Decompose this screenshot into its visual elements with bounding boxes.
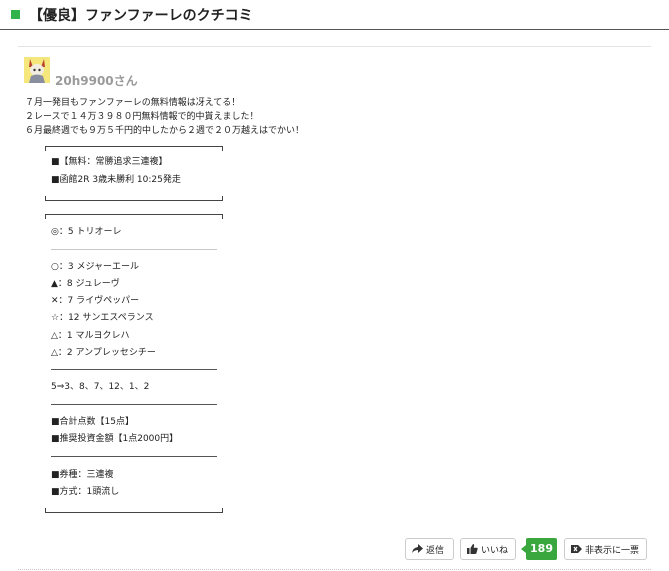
post-intro: ７月一発目もファンファーレの無料情報は冴えてる！ ２レースで１４万３９８０円無料…: [25, 96, 304, 138]
like-label: いいね: [481, 545, 509, 556]
section-header: 【優良】ファンファーレのクチコミ: [0, 0, 669, 30]
header-square-icon: [11, 10, 20, 19]
hide-vote-label: 非表示に一票: [585, 545, 640, 556]
pick-item: ▲：8 ジュレーヴ: [51, 279, 120, 289]
divider: [51, 249, 217, 250]
thumbs-up-icon: [467, 544, 478, 554]
username[interactable]: 20h9900さん: [55, 72, 138, 89]
pick-item: ✕：7 ライヴペッパー: [51, 296, 140, 306]
race-plan-label: ■【無料：常勝追求三連複】: [51, 157, 168, 167]
box-bottom-border: [45, 508, 223, 513]
pick-item: ○：3 メジャーエール: [51, 262, 139, 272]
race-name: ■函館2R 3歳未勝利 10:25発走: [51, 175, 181, 185]
avatar-illustration-icon: [24, 57, 50, 83]
reply-arrow-icon: [412, 544, 423, 553]
intro-line: ２レースで１４万３９８０円無料情報で的中貰えました！: [25, 112, 259, 122]
pick-item: ☆：12 サンエスペランス: [51, 313, 154, 323]
intro-line: ７月一発目もファンファーレの無料情報は冴えてる！: [25, 98, 241, 108]
pick-item: △：1 マルヨクレハ: [51, 331, 130, 341]
ticket-type: ■券種：三連複: [51, 470, 114, 480]
pick-main: ◎：5 トリオーレ: [51, 227, 122, 237]
like-button[interactable]: いいね: [460, 538, 516, 560]
reply-label: 返信: [426, 545, 445, 556]
like-count-badge: 189: [521, 538, 557, 560]
formation: 5⇒3、8、7、12、1、2: [51, 382, 150, 392]
intro-line: ６月最終週でも９万５千円的中したから２週で２０万越えはでかい！: [25, 126, 305, 136]
avatar[interactable]: [24, 57, 50, 83]
pick-item: △：2 アンプレッセシチー: [51, 348, 156, 358]
box-top-border: [45, 214, 223, 219]
reply-button[interactable]: 返信: [405, 538, 454, 560]
bet-method: ■方式：1頭流し: [51, 487, 120, 497]
hide-vote-button[interactable]: 非表示に一票: [564, 538, 647, 560]
divider: [51, 456, 217, 457]
recommended-stake: ■推奨投資金額【1点2000円】: [51, 434, 179, 444]
divider: [51, 369, 217, 370]
divider: [51, 404, 217, 405]
total-points: ■合計点数【15点】: [51, 417, 134, 427]
box-bottom-border: [45, 196, 223, 201]
box-top-border: [45, 146, 223, 151]
page-title: 【優良】ファンファーレのクチコミ: [29, 8, 253, 24]
tag-icon: [571, 545, 582, 553]
